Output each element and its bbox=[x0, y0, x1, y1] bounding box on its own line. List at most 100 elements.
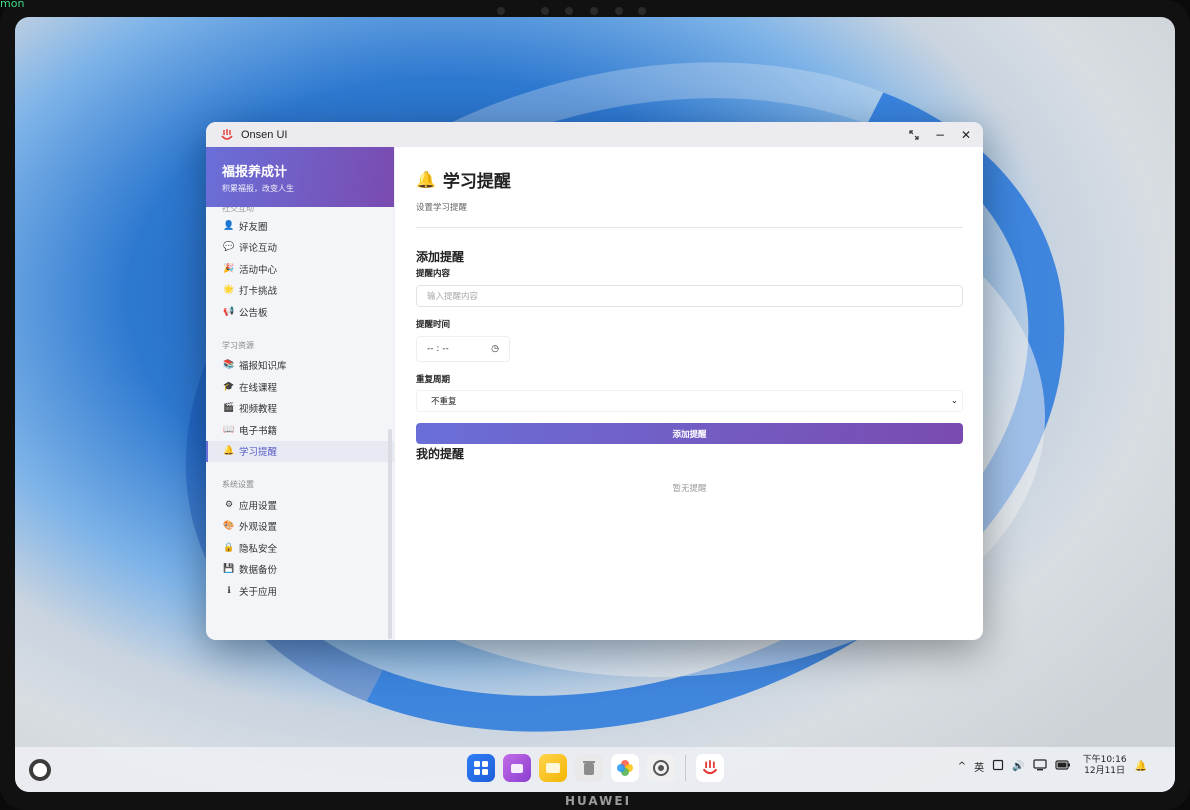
sidebar: 福报养成计 积累福报，改变人生 社交互动 👤 好友圈 💬 评论互动 🎉 活动中心 🌟 打… bbox=[206, 147, 394, 640]
gear-icon: ⚙ bbox=[224, 499, 234, 510]
system-tray: ^ 英 🔊 下午10:16 12月11日 🔔 bbox=[958, 755, 1147, 777]
sidebar-item-label: 评论互动 bbox=[239, 243, 278, 255]
clapper-icon: 🎬 bbox=[223, 403, 235, 414]
battery-icon[interactable] bbox=[1055, 759, 1071, 773]
desktop: Onsen UI − ✕ 福报养成计 积累福报，改变人生 社交互动 👤 好友圈 💬… bbox=[15, 17, 1175, 792]
camera-bar bbox=[495, 5, 655, 17]
sidebar-item-appearance[interactable]: 🎨 外观设置 bbox=[206, 516, 394, 538]
content-label: 提醒内容 bbox=[416, 269, 451, 279]
edge-text: mon bbox=[0, 0, 25, 10]
info-icon: ℹ bbox=[227, 585, 231, 596]
sidebar-item-checkin[interactable]: 🌟 打卡挑战 bbox=[206, 280, 394, 302]
clock[interactable]: 下午10:16 12月11日 bbox=[1083, 755, 1127, 777]
title-bar[interactable]: Onsen UI − ✕ bbox=[206, 122, 983, 147]
comment-icon: 💬 bbox=[223, 242, 235, 253]
dock bbox=[467, 754, 724, 782]
reminder-time-input[interactable]: -- : -- ◷ bbox=[416, 336, 510, 362]
sidebar-header: 福报养成计 积累福报，改变人生 bbox=[206, 147, 394, 207]
sidebar-item-videos[interactable]: 🎬 视频教程 bbox=[206, 398, 394, 420]
onsen-icon bbox=[221, 128, 233, 140]
sidebar-item-knowledge[interactable]: 📚 福报知识库 bbox=[206, 355, 394, 377]
multitask-icon[interactable] bbox=[503, 754, 531, 782]
sidebar-item-label: 福报知识库 bbox=[239, 361, 287, 373]
sidebar-item-app-settings[interactable]: ⚙ 应用设置 bbox=[206, 494, 394, 516]
trash-icon[interactable] bbox=[575, 754, 603, 782]
add-reminder-button[interactable]: 添加提醒 bbox=[416, 423, 963, 444]
sidebar-item-reminders[interactable]: 🔔 学习提醒 bbox=[206, 440, 394, 462]
sensor-dot bbox=[638, 7, 646, 15]
floppy-disk-icon: 💾 bbox=[223, 564, 235, 575]
clock-icon[interactable]: ◷ bbox=[491, 344, 499, 354]
sidebar-item-label: 数据备份 bbox=[239, 565, 278, 577]
sidebar-item-comments[interactable]: 💬 评论互动 bbox=[206, 237, 394, 259]
add-reminder-heading: 添加提醒 bbox=[416, 250, 465, 264]
restore-icon[interactable] bbox=[907, 128, 921, 142]
repeat-select[interactable]: 不重复 ⌄ bbox=[416, 390, 963, 412]
app-grid-icon[interactable] bbox=[467, 754, 495, 782]
sidebar-item-events[interactable]: 🎉 活动中心 bbox=[206, 258, 394, 280]
sidebar-item-about[interactable]: ℹ 关于应用 bbox=[206, 580, 394, 602]
clipboard-icon[interactable] bbox=[992, 759, 1004, 774]
page-title: 🔔 学习提醒 bbox=[416, 167, 963, 192]
my-reminders-heading: 我的提醒 bbox=[416, 447, 465, 461]
camera-lens bbox=[590, 7, 598, 15]
sidebar-item-label: 外观设置 bbox=[239, 522, 278, 534]
sidebar-item-bulletin[interactable]: 📢 公告板 bbox=[206, 301, 394, 323]
bell-icon: 🔔 bbox=[416, 170, 436, 189]
sidebar-item-label: 学习提醒 bbox=[239, 447, 278, 459]
sidebar-title: 福报养成计 bbox=[222, 165, 288, 180]
bell-icon: 🔔 bbox=[223, 446, 235, 457]
sidebar-item-label: 隐私安全 bbox=[239, 543, 278, 555]
star-icon: 🌟 bbox=[223, 285, 235, 296]
window-title: Onsen UI bbox=[241, 128, 288, 141]
sidebar-item-ebooks[interactable]: 📖 电子书籍 bbox=[206, 419, 394, 441]
window-controls: − ✕ bbox=[907, 122, 973, 147]
dock-separator bbox=[685, 755, 686, 781]
onsen-app-icon[interactable] bbox=[696, 754, 724, 782]
volume-icon[interactable]: 🔊 bbox=[1012, 761, 1024, 772]
home-button[interactable] bbox=[29, 759, 51, 781]
page-title-text: 学习提醒 bbox=[442, 172, 511, 192]
sidebar-item-label: 电子书籍 bbox=[239, 425, 278, 437]
sidebar-subtitle: 积累福报，改变人生 bbox=[222, 184, 294, 193]
time-label: 提醒时间 bbox=[416, 320, 451, 330]
friends-icon: 👤 bbox=[223, 220, 235, 231]
sidebar-item-label: 视频教程 bbox=[239, 404, 278, 416]
ime-indicator[interactable]: 英 bbox=[974, 759, 984, 774]
party-icon: 🎉 bbox=[223, 263, 235, 274]
books-icon: 📚 bbox=[223, 360, 235, 371]
graduation-cap-icon: 🎓 bbox=[223, 381, 235, 392]
app-window: Onsen UI − ✕ 福报养成计 积累福报，改变人生 社交互动 👤 好友圈 💬… bbox=[206, 122, 983, 640]
notes-icon[interactable] bbox=[539, 754, 567, 782]
close-button[interactable]: ✕ bbox=[959, 128, 973, 142]
main-content: 🔔 学习提醒 设置学习提醒 添加提醒 提醒内容 输入提醒内容 提醒时间 -- :… bbox=[395, 147, 983, 640]
sidebar-scrollbar[interactable] bbox=[388, 429, 392, 639]
tablet-frame: mon Onsen UI − ✕ 福报养成计 积累福报，改变人生 社交互动 👤 … bbox=[0, 0, 1190, 810]
section-label-settings: 系统设置 bbox=[222, 480, 254, 489]
sidebar-item-courses[interactable]: 🎓 在线课程 bbox=[206, 376, 394, 398]
notification-bell-icon[interactable]: 🔔 bbox=[1135, 761, 1147, 772]
palette-icon: 🎨 bbox=[223, 521, 235, 532]
sidebar-item-label: 打卡挑战 bbox=[239, 286, 278, 298]
settings-gear-icon[interactable] bbox=[647, 754, 675, 782]
chevron-up-icon[interactable]: ^ bbox=[958, 761, 966, 772]
sidebar-item-backup[interactable]: 💾 数据备份 bbox=[206, 559, 394, 581]
display-icon[interactable] bbox=[1033, 758, 1047, 774]
sidebar-item-privacy[interactable]: 🔒 隐私安全 bbox=[206, 537, 394, 559]
sidebar-item-label: 在线课程 bbox=[239, 382, 278, 394]
open-book-icon: 📖 bbox=[223, 424, 235, 435]
section-label-social: 社交互动 bbox=[222, 207, 254, 213]
gallery-icon[interactable] bbox=[611, 754, 639, 782]
reminder-content-input[interactable]: 输入提醒内容 bbox=[416, 285, 963, 307]
page-subtitle: 设置学习提醒 bbox=[416, 201, 963, 228]
minimize-button[interactable]: − bbox=[933, 128, 947, 142]
taskbar: ^ 英 🔊 下午10:16 12月11日 🔔 bbox=[15, 747, 1175, 792]
lock-icon: 🔒 bbox=[223, 542, 235, 553]
chevron-down-icon: ⌄ bbox=[950, 396, 958, 406]
empty-state-text: 暂无提醒 bbox=[672, 484, 707, 494]
clock-date: 12月11日 bbox=[1084, 766, 1126, 776]
sensor-dot bbox=[497, 7, 505, 15]
device-brand: HUAWEI bbox=[565, 794, 632, 808]
sidebar-item-friends[interactable]: 👤 好友圈 bbox=[206, 215, 394, 237]
sensor-dot bbox=[615, 7, 623, 15]
